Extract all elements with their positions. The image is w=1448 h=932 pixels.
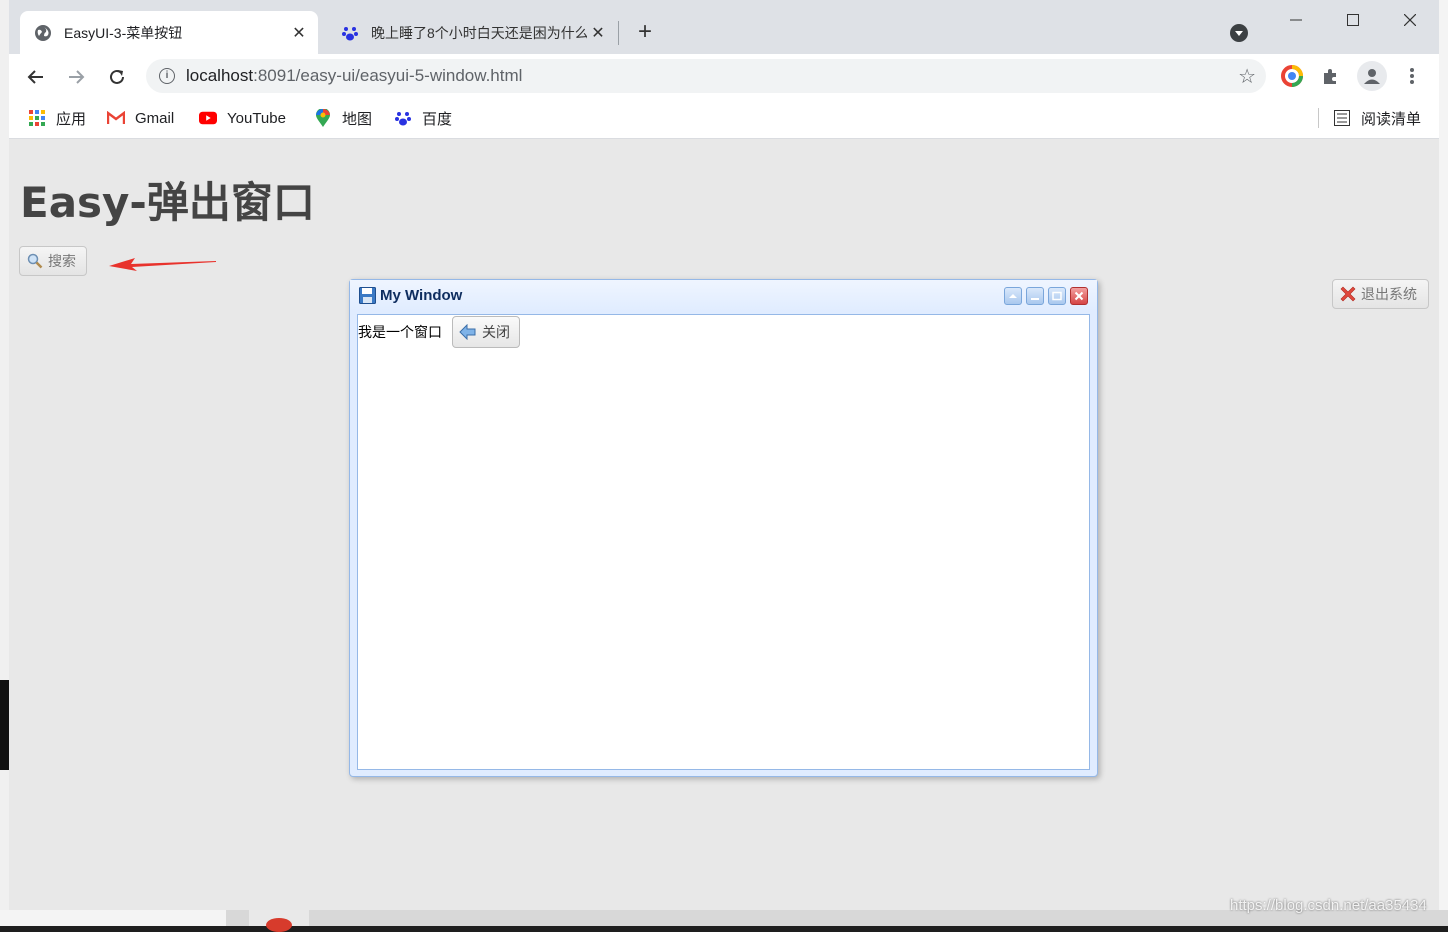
search-button[interactable]: 搜索 xyxy=(19,246,87,276)
maximize-window-icon[interactable] xyxy=(1048,287,1066,305)
address-url: localhost:8091/easy-ui/easyui-5-window.h… xyxy=(186,66,523,85)
logout-button-label: 退出系统 xyxy=(1361,286,1417,302)
save-disk-icon xyxy=(359,287,376,304)
taskbar-segment xyxy=(0,910,226,926)
taskbar-app-icon[interactable] xyxy=(266,918,292,932)
maps-pin-icon xyxy=(314,109,332,127)
baidu-paw-icon xyxy=(341,24,359,42)
watermark: https://blog.csdn.net/aa35434 xyxy=(1230,897,1427,914)
window-title: My Window xyxy=(380,287,463,304)
bookmark-label: Gmail xyxy=(135,109,175,127)
tab-strip: EasyUI-3-菜单按钮 ✕ 晚上睡了8个小时白天还是困为什么 ✕ + xyxy=(9,0,1439,54)
gmail-icon xyxy=(107,109,125,127)
tab-separator xyxy=(618,21,619,45)
bookmark-gmail[interactable]: Gmail xyxy=(107,107,174,129)
minimize-icon[interactable] xyxy=(1276,6,1316,34)
chrome-extension-icon[interactable] xyxy=(1277,61,1307,91)
window-close-icon[interactable] xyxy=(1390,6,1430,34)
reload-icon[interactable] xyxy=(103,63,131,91)
tab-close-icon[interactable]: ✕ xyxy=(288,22,310,44)
back-arrow-icon xyxy=(459,323,477,341)
background-app-right-strip xyxy=(1439,0,1448,910)
site-info-icon[interactable]: i xyxy=(159,68,175,84)
profile-avatar-icon[interactable] xyxy=(1357,61,1387,91)
search-icon xyxy=(26,252,44,270)
baidu-paw-icon xyxy=(394,109,412,127)
bookmark-label: 应用 xyxy=(56,110,87,128)
youtube-icon xyxy=(199,109,217,127)
bookmarks-separator xyxy=(1318,108,1319,128)
new-tab-icon[interactable]: + xyxy=(633,20,657,44)
back-arrow-icon[interactable] xyxy=(22,63,50,91)
browser-toolbar: i localhost:8091/easy-ui/easyui-5-window… xyxy=(9,54,1439,98)
bookmarks-bar: 应用 Gmail YouTube 地图 百度 阅读清单 xyxy=(9,98,1439,139)
bookmark-baidu[interactable]: 百度 xyxy=(394,107,452,129)
background-app-dark-area xyxy=(0,680,9,770)
reading-list-label: 阅读清单 xyxy=(1361,110,1422,128)
bookmark-maps[interactable]: 地图 xyxy=(314,107,372,129)
forward-arrow-icon[interactable] xyxy=(62,63,90,91)
window-content-text: 我是一个窗口 xyxy=(358,324,442,340)
bookmark-label: 百度 xyxy=(422,110,453,128)
tab-title: EasyUI-3-菜单按钮 xyxy=(64,24,183,41)
menu-kebab-icon[interactable] xyxy=(1397,61,1427,91)
tab-close-icon[interactable]: ✕ xyxy=(587,22,609,44)
search-button-label: 搜索 xyxy=(48,253,76,269)
bookmark-label: YouTube xyxy=(227,109,286,127)
apps-grid-icon xyxy=(28,109,46,127)
minimize-window-icon[interactable] xyxy=(1026,287,1044,305)
cancel-x-icon xyxy=(1339,285,1357,303)
easyui-window: My Window 我是一个窗口 关闭 xyxy=(349,279,1098,777)
page-content: Easy-弹出窗口 搜索 退出系统 My Window 我是一个窗口 关闭 xyxy=(9,139,1439,910)
tab-search-icon[interactable] xyxy=(1230,24,1248,42)
bookmark-star-icon[interactable]: ☆ xyxy=(1238,64,1256,89)
close-button-label: 关闭 xyxy=(482,324,510,340)
page-title: Easy-弹出窗口 xyxy=(20,178,315,227)
background-app-strip xyxy=(0,0,9,926)
close-window-icon[interactable] xyxy=(1070,287,1088,305)
tab-title: 晚上睡了8个小时白天还是困为什么 xyxy=(371,24,587,41)
reading-list[interactable]: 阅读清单 xyxy=(1333,107,1421,129)
maximize-icon[interactable] xyxy=(1333,6,1373,34)
collapse-icon[interactable] xyxy=(1004,287,1022,305)
bookmark-youtube[interactable]: YouTube xyxy=(199,107,286,129)
close-button[interactable]: 关闭 xyxy=(452,316,520,348)
window-header[interactable]: My Window xyxy=(350,280,1097,312)
annotation-arrow xyxy=(109,258,216,271)
reading-list-icon xyxy=(1333,109,1351,127)
extensions-puzzle-icon[interactable] xyxy=(1316,61,1346,91)
tab-easyui-menu[interactable]: EasyUI-3-菜单按钮 ✕ xyxy=(20,11,318,54)
tab-baidu-search[interactable]: 晚上睡了8个小时白天还是困为什么 ✕ xyxy=(327,11,617,54)
bookmark-apps[interactable]: 应用 xyxy=(28,107,86,129)
address-bar[interactable]: i localhost:8091/easy-ui/easyui-5-window… xyxy=(146,59,1266,93)
bookmark-label: 地图 xyxy=(342,110,373,128)
globe-icon xyxy=(34,24,52,42)
window-body: 我是一个窗口 关闭 xyxy=(357,314,1090,770)
browser-window: EasyUI-3-菜单按钮 ✕ 晚上睡了8个小时白天还是困为什么 ✕ + i l… xyxy=(9,0,1439,910)
logout-button[interactable]: 退出系统 xyxy=(1332,279,1429,309)
